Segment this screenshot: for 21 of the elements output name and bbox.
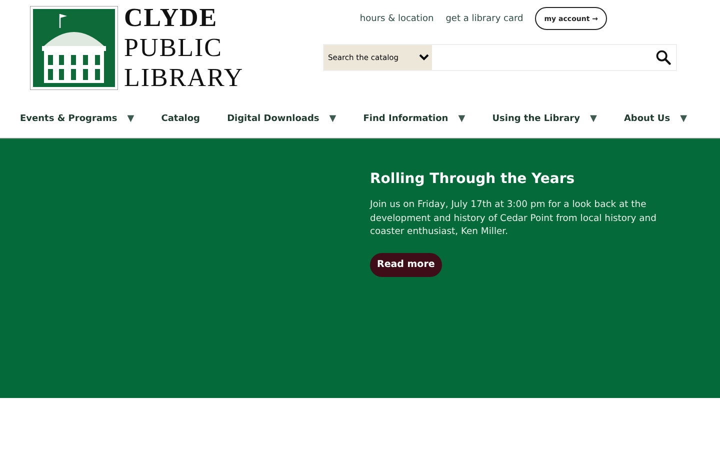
nav-menu-item[interactable]: Using the Library ▼ <box>492 114 597 124</box>
logo-wordmark-line: LIBRARY <box>124 63 244 93</box>
dropdown-caret-icon[interactable]: ▼ <box>127 114 134 124</box>
logo-wordmark-line: PUBLIC <box>124 33 224 63</box>
library-building-logo-icon <box>30 6 118 90</box>
logo-wordmark-line: CLYDE <box>124 3 219 33</box>
nav-menu-item[interactable]: Digital Downloads ▼ <box>227 114 336 124</box>
utility-link[interactable]: get a library card <box>446 14 524 24</box>
feature-description: Join us on Friday, July 17th at 3:00 pm for a look back at the development and history of Cedar Point from local history and coaster enthusiast, Ken Miller. <box>370 198 658 238</box>
nav-menu-item[interactable]: Catalog <box>161 114 200 124</box>
read-more-button[interactable]: Read more <box>370 252 442 276</box>
feature-title: Rolling Through the Years <box>370 171 575 187</box>
nav-menu-item[interactable]: Events & Programs ▼ <box>20 114 134 124</box>
dropdown-caret-icon[interactable]: ▼ <box>458 114 466 124</box>
dropdown-caret-icon[interactable]: ▼ <box>329 114 336 124</box>
dropdown-caret-icon[interactable]: ▼ <box>590 114 597 124</box>
utility-link[interactable]: hours & location <box>360 14 434 24</box>
nav-menu-item[interactable]: About Us ▼ <box>624 114 687 124</box>
nav-menu-item[interactable]: Find Information ▼ <box>363 114 466 124</box>
search-icon[interactable] <box>656 50 671 65</box>
dropdown-caret-icon[interactable]: ▼ <box>680 114 687 124</box>
